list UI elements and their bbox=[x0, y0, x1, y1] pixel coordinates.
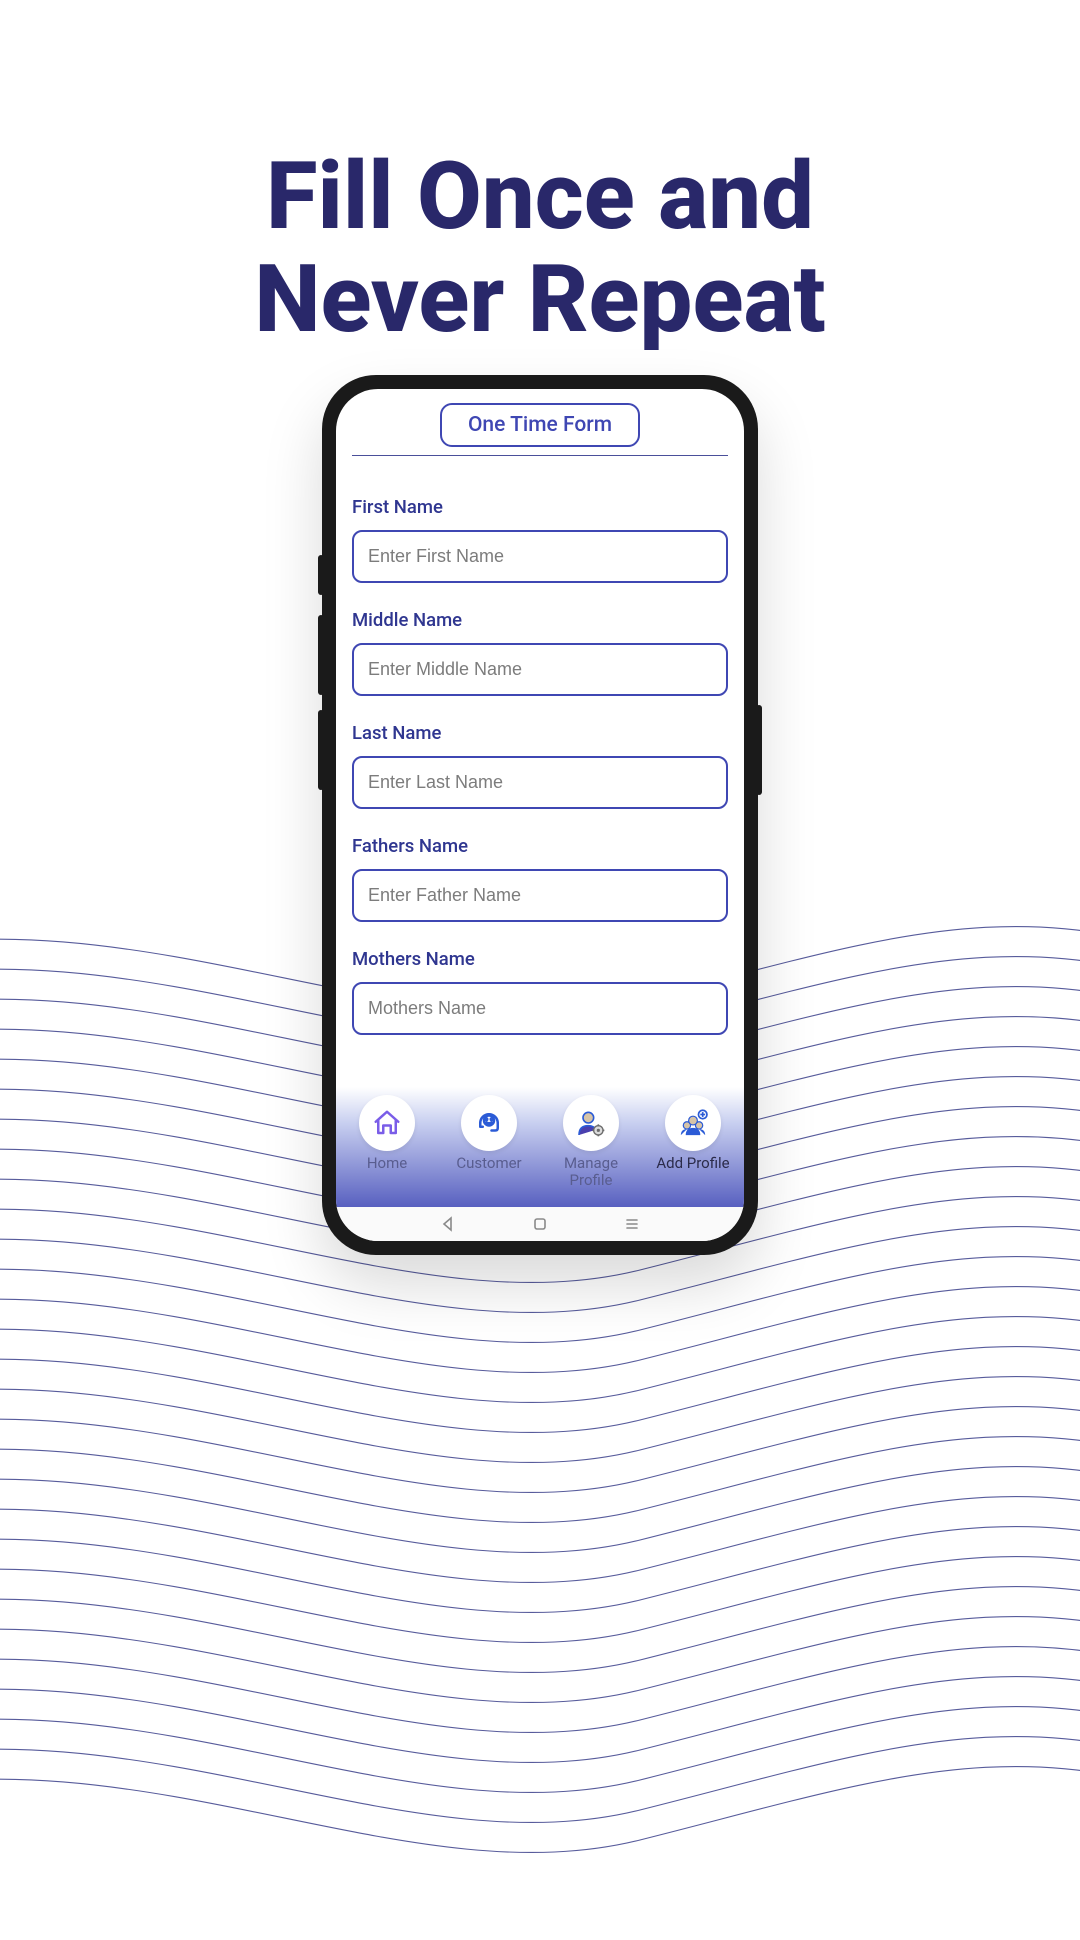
field-first-name: First Name bbox=[352, 496, 728, 583]
first-name-label: First Name bbox=[352, 496, 728, 518]
form-title-badge: One Time Form bbox=[440, 403, 640, 447]
nav-home-label: Home bbox=[367, 1155, 407, 1172]
mothers-name-label: Mothers Name bbox=[352, 948, 728, 970]
first-name-input[interactable] bbox=[352, 530, 728, 583]
home-square-icon[interactable] bbox=[529, 1213, 551, 1235]
recent-apps-icon[interactable] bbox=[621, 1213, 643, 1235]
phone-mute-switch bbox=[318, 555, 324, 595]
app-screen: One Time Form First Name Middle Name Las… bbox=[336, 389, 744, 1241]
form-header: One Time Form bbox=[336, 389, 744, 455]
field-mothers-name: Mothers Name bbox=[352, 948, 728, 1035]
field-last-name: Last Name bbox=[352, 722, 728, 809]
divider bbox=[352, 455, 728, 456]
back-icon[interactable] bbox=[437, 1213, 459, 1235]
nav-customer[interactable]: Customer bbox=[441, 1095, 537, 1172]
middle-name-label: Middle Name bbox=[352, 609, 728, 631]
middle-name-input[interactable] bbox=[352, 643, 728, 696]
home-icon bbox=[359, 1095, 415, 1151]
last-name-label: Last Name bbox=[352, 722, 728, 744]
headline-line-1: Fill Once and bbox=[266, 141, 814, 251]
nav-add-profile-label: Add Profile bbox=[656, 1155, 729, 1172]
fathers-name-label: Fathers Name bbox=[352, 835, 728, 857]
nav-home[interactable]: Home bbox=[339, 1095, 435, 1172]
users-plus-icon bbox=[665, 1095, 721, 1151]
promo-headline: Fill Once and Never Repeat bbox=[0, 145, 1080, 352]
nav-customer-label: Customer bbox=[456, 1155, 521, 1172]
phone-volume-down-button bbox=[318, 710, 324, 790]
fathers-name-input[interactable] bbox=[352, 869, 728, 922]
android-nav-bar bbox=[336, 1207, 744, 1241]
phone-power-button bbox=[756, 705, 762, 795]
bottom-nav: Home Customer bbox=[336, 1087, 744, 1207]
nav-manage-profile-label: Manage Profile bbox=[564, 1155, 618, 1190]
nav-add-profile[interactable]: Add Profile bbox=[645, 1095, 741, 1172]
phone-mockup: One Time Form First Name Middle Name Las… bbox=[322, 375, 758, 1255]
user-gear-icon bbox=[563, 1095, 619, 1151]
nav-manage-profile[interactable]: Manage Profile bbox=[543, 1095, 639, 1190]
field-fathers-name: Fathers Name bbox=[352, 835, 728, 922]
headline-line-2: Never Repeat bbox=[254, 244, 825, 354]
last-name-input[interactable] bbox=[352, 756, 728, 809]
phone-volume-up-button bbox=[318, 615, 324, 695]
field-middle-name: Middle Name bbox=[352, 609, 728, 696]
headset-icon bbox=[461, 1095, 517, 1151]
mothers-name-input[interactable] bbox=[352, 982, 728, 1035]
